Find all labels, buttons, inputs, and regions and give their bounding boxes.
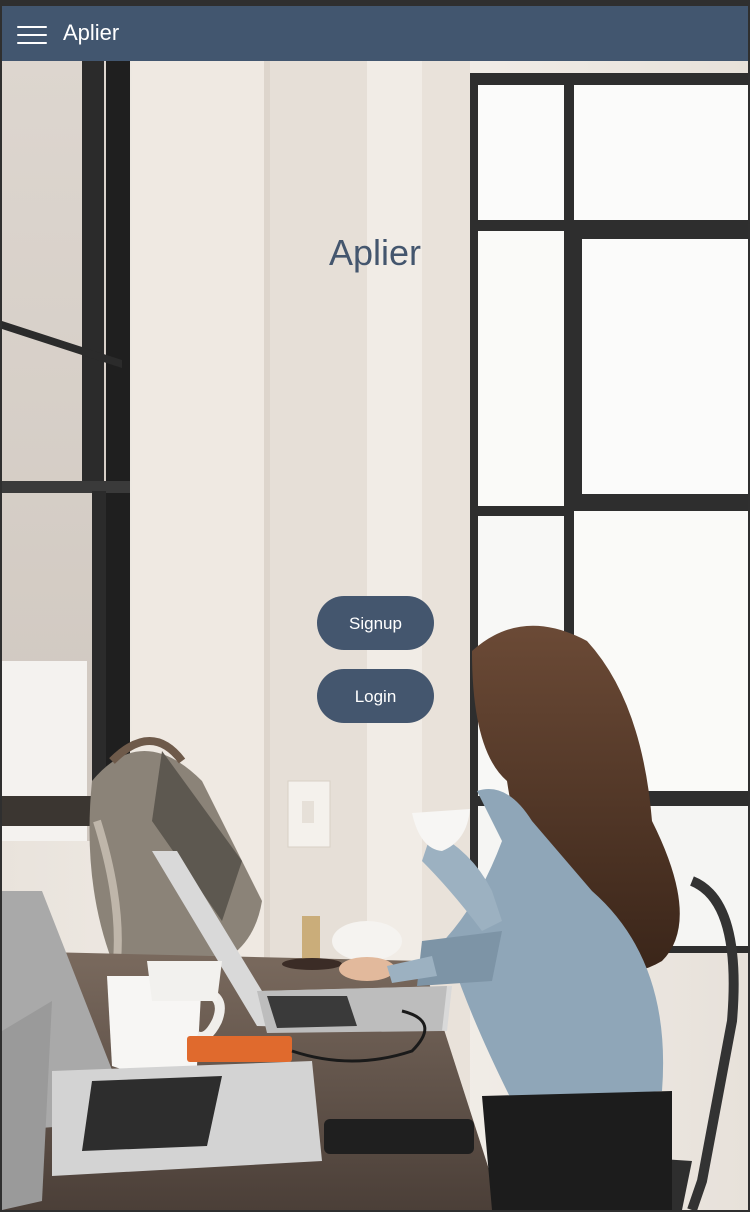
signup-button[interactable]: Signup: [317, 596, 434, 650]
hero-title: Aplier: [328, 232, 422, 273]
hero-section: Aplier Signup Login: [2, 61, 748, 1210]
login-button[interactable]: Login: [317, 669, 434, 723]
top-navbar: Aplier: [2, 6, 748, 61]
app-frame: Aplier Aplier Signup Login: [0, 0, 750, 1212]
hamburger-menu-icon[interactable]: [14, 18, 50, 48]
navbar-title: Aplier: [63, 20, 120, 45]
